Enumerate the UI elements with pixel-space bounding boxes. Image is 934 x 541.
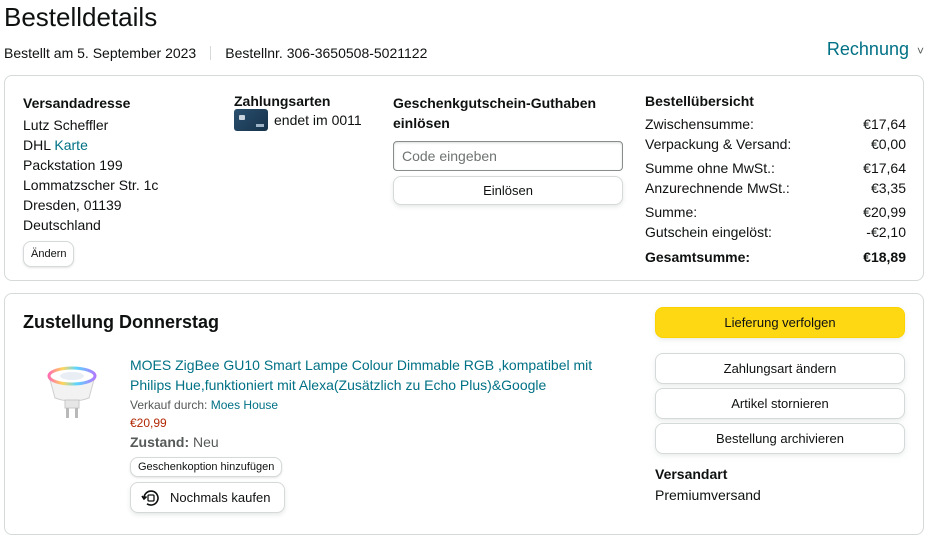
product-title-link[interactable]: MOES ZigBee GU10 Smart Lampe Colour Dimm… — [130, 355, 610, 395]
dhl-prefix: DHL — [23, 137, 51, 153]
summary-total-row: Gesamtsumme: €18,89 — [645, 247, 906, 267]
summary-row: Anzurechnende MwSt.: €3,35 — [645, 178, 906, 198]
seller-line: Verkauf durch: Moes House — [130, 398, 610, 412]
change-payment-button[interactable]: Zahlungsart ändern — [655, 353, 905, 384]
seller-link[interactable]: Moes House — [211, 398, 278, 412]
condition-label: Zustand: — [130, 434, 190, 450]
archive-order-button[interactable]: Bestellung archivieren — [655, 423, 905, 454]
address-line-2: Lommatzscher Str. 1c — [23, 177, 159, 193]
shipment-actions: Lieferung verfolgen Zahlungsart ändern A… — [655, 307, 905, 503]
summary-label: Gutschein eingelöst: — [645, 224, 772, 240]
order-meta: Bestellt am 5. September 2023 Bestellnr.… — [4, 45, 427, 61]
product-price: €20,99 — [130, 416, 167, 430]
summary-value: €20,99 — [863, 204, 906, 220]
summary-row: Verpackung & Versand: €0,00 — [645, 134, 906, 154]
address-line-1: Packstation 199 — [23, 157, 123, 173]
payment-heading: Zahlungsarten — [234, 93, 331, 109]
product-info: MOES ZigBee GU10 Smart Lampe Colour Dimm… — [130, 355, 610, 513]
condition-value: Neu — [193, 434, 219, 450]
page-title: Bestelldetails — [4, 2, 158, 32]
dhl-map-link[interactable]: Karte — [54, 137, 87, 153]
buy-again-label: Nochmals kaufen — [170, 490, 271, 505]
delivery-title: Zustellung Donnerstag — [23, 312, 220, 332]
address-country: Deutschland — [23, 217, 101, 233]
summary-label: Summe: — [645, 204, 698, 220]
cancel-items-button[interactable]: Artikel stornieren — [655, 388, 905, 419]
payment-card-row: endet im 0011 — [234, 109, 362, 131]
change-address-button[interactable]: Ändern — [23, 241, 75, 267]
invoice-dropdown[interactable]: Rechnung ˅ — [827, 39, 924, 60]
product-image[interactable] — [45, 364, 99, 424]
chevron-down-icon: ˅ — [916, 43, 924, 58]
total-value: €18,89 — [863, 249, 906, 265]
summary-label: Summe ohne MwSt.: — [645, 160, 775, 176]
credit-card-icon — [234, 109, 268, 131]
product-condition: Zustand: Neu — [130, 434, 610, 450]
summary-value: €17,64 — [863, 160, 906, 176]
gift-code-input[interactable] — [393, 141, 623, 171]
dhl-line: DHL Karte — [23, 135, 158, 155]
shipping-method-heading: Versandart — [655, 466, 728, 482]
address-line-3: Dresden, 01139 — [23, 197, 122, 213]
summary-label: Verpackung & Versand: — [645, 136, 792, 152]
summary-row: Zwischensumme: €17,64 — [645, 114, 906, 134]
track-package-button[interactable]: Lieferung verfolgen — [655, 307, 905, 338]
seller-prefix: Verkauf durch: — [130, 398, 208, 412]
total-label: Gesamtsumme: — [645, 249, 751, 265]
summary-value: €3,35 — [870, 180, 906, 196]
summary-heading: Bestellübersicht — [645, 93, 754, 109]
summary-value: €0,00 — [870, 136, 906, 152]
summary-row: Summe: €20,99 — [645, 202, 906, 222]
shipment-box: Zustellung Donnerstag MOES ZigBee GU10 S… — [4, 293, 924, 535]
shipping-address: Versandadresse Lutz Scheffler DHL Karte … — [23, 93, 158, 267]
payment-methods: Zahlungsarten endet im 0011 — [234, 93, 362, 131]
summary-label: Anzurechnende MwSt.: — [645, 180, 790, 196]
summary-label: Zwischensumme: — [645, 116, 754, 132]
order-number: Bestellnr. 306-3650508-5021122 — [225, 45, 428, 61]
shipping-address-heading: Versandadresse — [23, 95, 131, 111]
order-summary: Bestellübersicht Zwischensumme: €17,64 V… — [645, 93, 906, 267]
shipping-method-value: Premiumversand — [655, 487, 761, 503]
gift-card-redeem: Geschenkgutschein-Guthaben einlösen Einl… — [393, 93, 625, 205]
add-gift-option-button[interactable]: Geschenkoption hinzufügen — [130, 457, 283, 477]
card-ending-text: endet im 0011 — [274, 112, 362, 128]
order-date: Bestellt am 5. September 2023 — [4, 45, 197, 61]
summary-value: -€2,10 — [866, 224, 906, 240]
summary-row: Gutschein eingelöst: -€2,10 — [645, 222, 906, 242]
redeem-button[interactable]: Einlösen — [393, 176, 623, 205]
order-info-box: Versandadresse Lutz Scheffler DHL Karte … — [4, 75, 924, 281]
gift-card-heading: Geschenkgutschein-Guthaben einlösen — [393, 95, 597, 131]
buy-again-button[interactable]: Nochmals kaufen — [130, 482, 285, 513]
meta-divider — [210, 46, 212, 60]
recipient-name: Lutz Scheffler — [23, 117, 109, 133]
summary-row: Summe ohne MwSt.: €17,64 — [645, 158, 906, 178]
summary-value: €17,64 — [863, 116, 906, 132]
invoice-label: Rechnung — [826, 39, 909, 59]
buy-again-icon — [141, 489, 159, 506]
